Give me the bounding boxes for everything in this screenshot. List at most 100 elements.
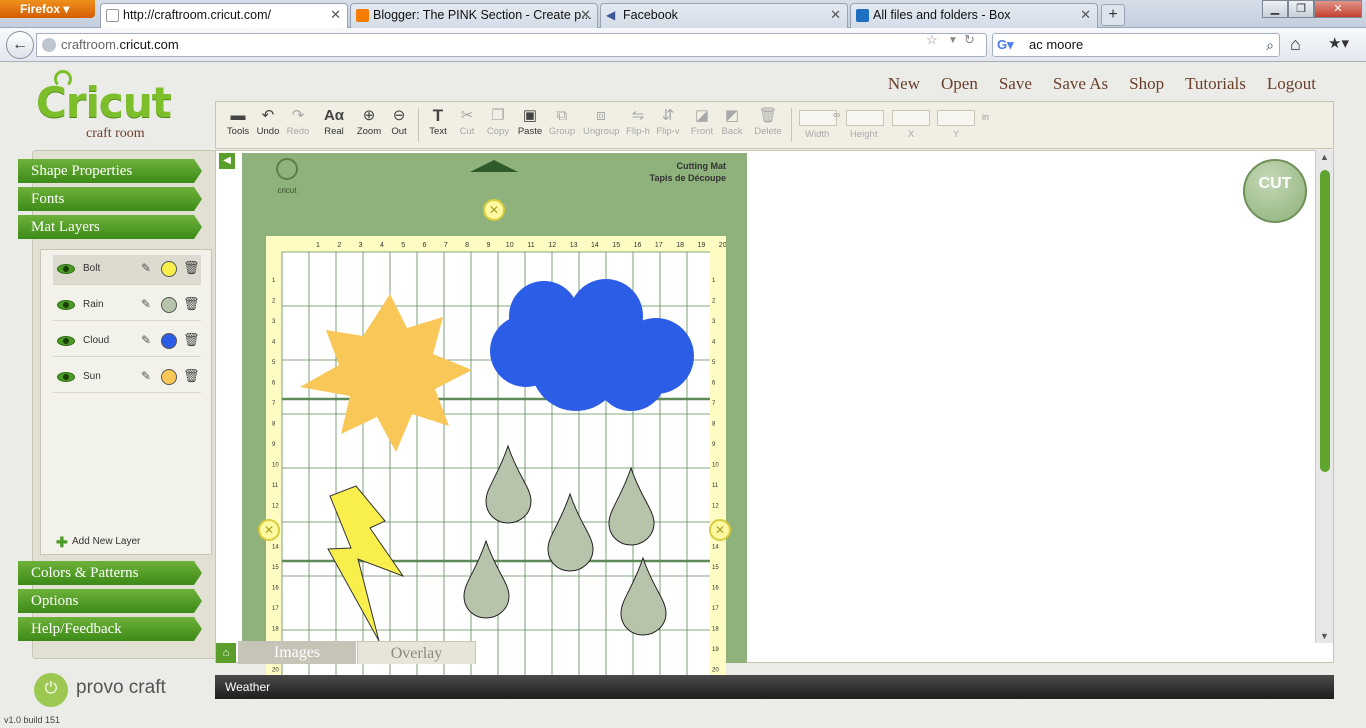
send-back-button[interactable]: ◩ Back: [717, 106, 747, 146]
close-icon[interactable]: ✕: [580, 4, 591, 26]
vertical-scrollbar[interactable]: ▲ ▼: [1315, 150, 1333, 643]
menu-save[interactable]: Save: [999, 74, 1032, 94]
collapse-panel-button[interactable]: ◀: [219, 153, 235, 169]
pencil-icon[interactable]: ✎: [141, 297, 151, 311]
accordion-help-feedback[interactable]: Help/Feedback: [18, 617, 202, 641]
tools-button[interactable]: ▬ Tools: [223, 106, 253, 146]
layer-color-swatch[interactable]: [161, 297, 177, 313]
home-icon[interactable]: ⌂: [1290, 34, 1301, 55]
star-icon[interactable]: ☆: [926, 32, 938, 48]
url-bar[interactable]: craftroom.cricut.com: [36, 33, 987, 57]
minimize-button[interactable]: ▁: [1262, 0, 1288, 18]
mat-handle-top[interactable]: ✕: [483, 199, 505, 221]
cricut-logo[interactable]: Cricut craft room: [28, 70, 188, 150]
layer-color-swatch[interactable]: [161, 261, 177, 277]
flip-vertical-button[interactable]: ⇵ Flip-v: [653, 106, 683, 146]
group-button[interactable]: ⧉ Group: [547, 106, 577, 146]
layer-color-swatch[interactable]: [161, 333, 177, 349]
chevron-up-icon[interactable]: ▲: [1320, 152, 1329, 162]
undo-button[interactable]: ↶ Undo: [253, 106, 283, 146]
zoom-in-button[interactable]: ⊕ Zoom: [354, 106, 384, 146]
redo-button[interactable]: ↷ Redo: [283, 106, 313, 146]
tab-blogger[interactable]: Blogger: The PINK Section - Create p... …: [350, 3, 598, 28]
layer-row-bolt[interactable]: Bolt ✎ 🗑: [53, 255, 201, 285]
close-icon[interactable]: ✕: [830, 4, 841, 26]
search-icon[interactable]: ⌕: [1266, 34, 1274, 56]
maximize-button[interactable]: ❐: [1288, 0, 1314, 18]
menu-logout[interactable]: Logout: [1267, 74, 1316, 94]
close-icon[interactable]: ✕: [1080, 4, 1091, 26]
accordion-colors-patterns[interactable]: Colors & Patterns: [18, 561, 202, 585]
search-input[interactable]: G▾ ac moore ⌕: [992, 33, 1280, 57]
layer-row-cloud[interactable]: Cloud ✎ 🗑: [53, 327, 201, 357]
zoom-out-button[interactable]: ⊖ Out: [384, 106, 414, 146]
bookmarks-icon[interactable]: ★▾: [1328, 34, 1349, 52]
paste-button[interactable]: ▣ Paste: [515, 106, 545, 146]
eye-icon[interactable]: [57, 372, 75, 382]
add-new-layer-link[interactable]: Add New Layer: [72, 536, 140, 547]
move-icon: ✕: [714, 523, 726, 537]
ruler-tick-label: 15: [712, 565, 719, 571]
ruler-tick-label: 18: [272, 627, 279, 633]
height-field[interactable]: [846, 110, 884, 126]
x-field[interactable]: [892, 110, 930, 126]
ruler-tick-label: 16: [712, 586, 719, 592]
delete-button[interactable]: 🗑 Delete: [753, 106, 783, 146]
tab-craftroom[interactable]: http://craftroom.cricut.com/ ✕: [100, 3, 348, 29]
cut-tool-button[interactable]: ✂ Cut: [452, 106, 482, 146]
menu-open[interactable]: Open: [941, 74, 978, 94]
tab-box[interactable]: All files and folders - Box ✕: [850, 3, 1098, 28]
flip-horizontal-button[interactable]: ⇋ Flip-h: [623, 106, 653, 146]
tab-facebook[interactable]: ◀ Facebook ✕: [600, 3, 848, 28]
close-window-button[interactable]: ✕: [1314, 0, 1362, 18]
pencil-icon[interactable]: ✎: [141, 261, 151, 275]
layer-color-swatch[interactable]: [161, 369, 177, 385]
chevron-down-icon[interactable]: ▼: [1320, 631, 1329, 641]
menu-shop[interactable]: Shop: [1129, 74, 1164, 94]
real-size-button[interactable]: Aα Real: [319, 106, 349, 146]
y-field[interactable]: [937, 110, 975, 126]
pencil-icon[interactable]: ✎: [141, 369, 151, 383]
add-layer-plus-icon[interactable]: ✚: [56, 535, 68, 549]
ungroup-button[interactable]: ⧈ Ungroup: [583, 106, 619, 146]
scrollbar-thumb[interactable]: [1320, 170, 1330, 472]
copy-button[interactable]: ❐ Copy: [483, 106, 513, 146]
firefox-menu-button[interactable]: Firefox ▾: [0, 0, 95, 18]
text-button[interactable]: T Text: [423, 106, 453, 146]
tab-images[interactable]: Images: [238, 641, 356, 664]
new-tab-button[interactable]: +: [1101, 4, 1125, 26]
ruler-tick-label: 20: [272, 668, 279, 674]
mat-arrow-icon: [470, 160, 518, 172]
ruler-tick-label: 17: [655, 242, 663, 249]
menu-new[interactable]: New: [888, 74, 920, 94]
accordion-fonts[interactable]: Fonts: [18, 187, 202, 211]
close-icon[interactable]: ✕: [330, 4, 341, 26]
trash-icon[interactable]: 🗑: [183, 260, 200, 276]
bring-front-button[interactable]: ◪ Front: [687, 106, 717, 146]
mat-handle-right[interactable]: ✕: [709, 519, 731, 541]
trash-icon[interactable]: 🗑: [183, 296, 200, 312]
chevron-down-icon[interactable]: ▼: [948, 35, 958, 46]
pencil-icon[interactable]: ✎: [141, 333, 151, 347]
tab-overlay[interactable]: Overlay: [357, 641, 476, 664]
layer-row-rain[interactable]: Rain ✎ 🗑: [53, 291, 201, 321]
layer-row-sun[interactable]: Sun ✎ 🗑: [53, 363, 201, 393]
accordion-mat-layers[interactable]: Mat Layers: [18, 215, 202, 239]
reload-icon[interactable]: ↻: [964, 32, 975, 48]
accordion-options[interactable]: Options: [18, 589, 202, 613]
trash-icon[interactable]: 🗑: [183, 368, 200, 384]
accordion-shape-properties[interactable]: Shape Properties: [18, 159, 202, 183]
link-proportions-icon[interactable]: ∞: [833, 110, 840, 121]
home-tab-button[interactable]: ⌂: [216, 643, 236, 663]
width-field[interactable]: [799, 110, 837, 126]
back-button[interactable]: ←: [6, 31, 34, 59]
ruler-tick-label: 17: [712, 606, 719, 612]
cut-button[interactable]: CUT: [1243, 159, 1307, 223]
menu-tutorials[interactable]: Tutorials: [1185, 74, 1246, 94]
eye-icon[interactable]: [57, 300, 75, 310]
eye-icon[interactable]: [57, 264, 75, 274]
trash-icon[interactable]: 🗑: [183, 332, 200, 348]
menu-save-as[interactable]: Save As: [1053, 74, 1108, 94]
mat-handle-left[interactable]: ✕: [258, 519, 280, 541]
eye-icon[interactable]: [57, 336, 75, 346]
